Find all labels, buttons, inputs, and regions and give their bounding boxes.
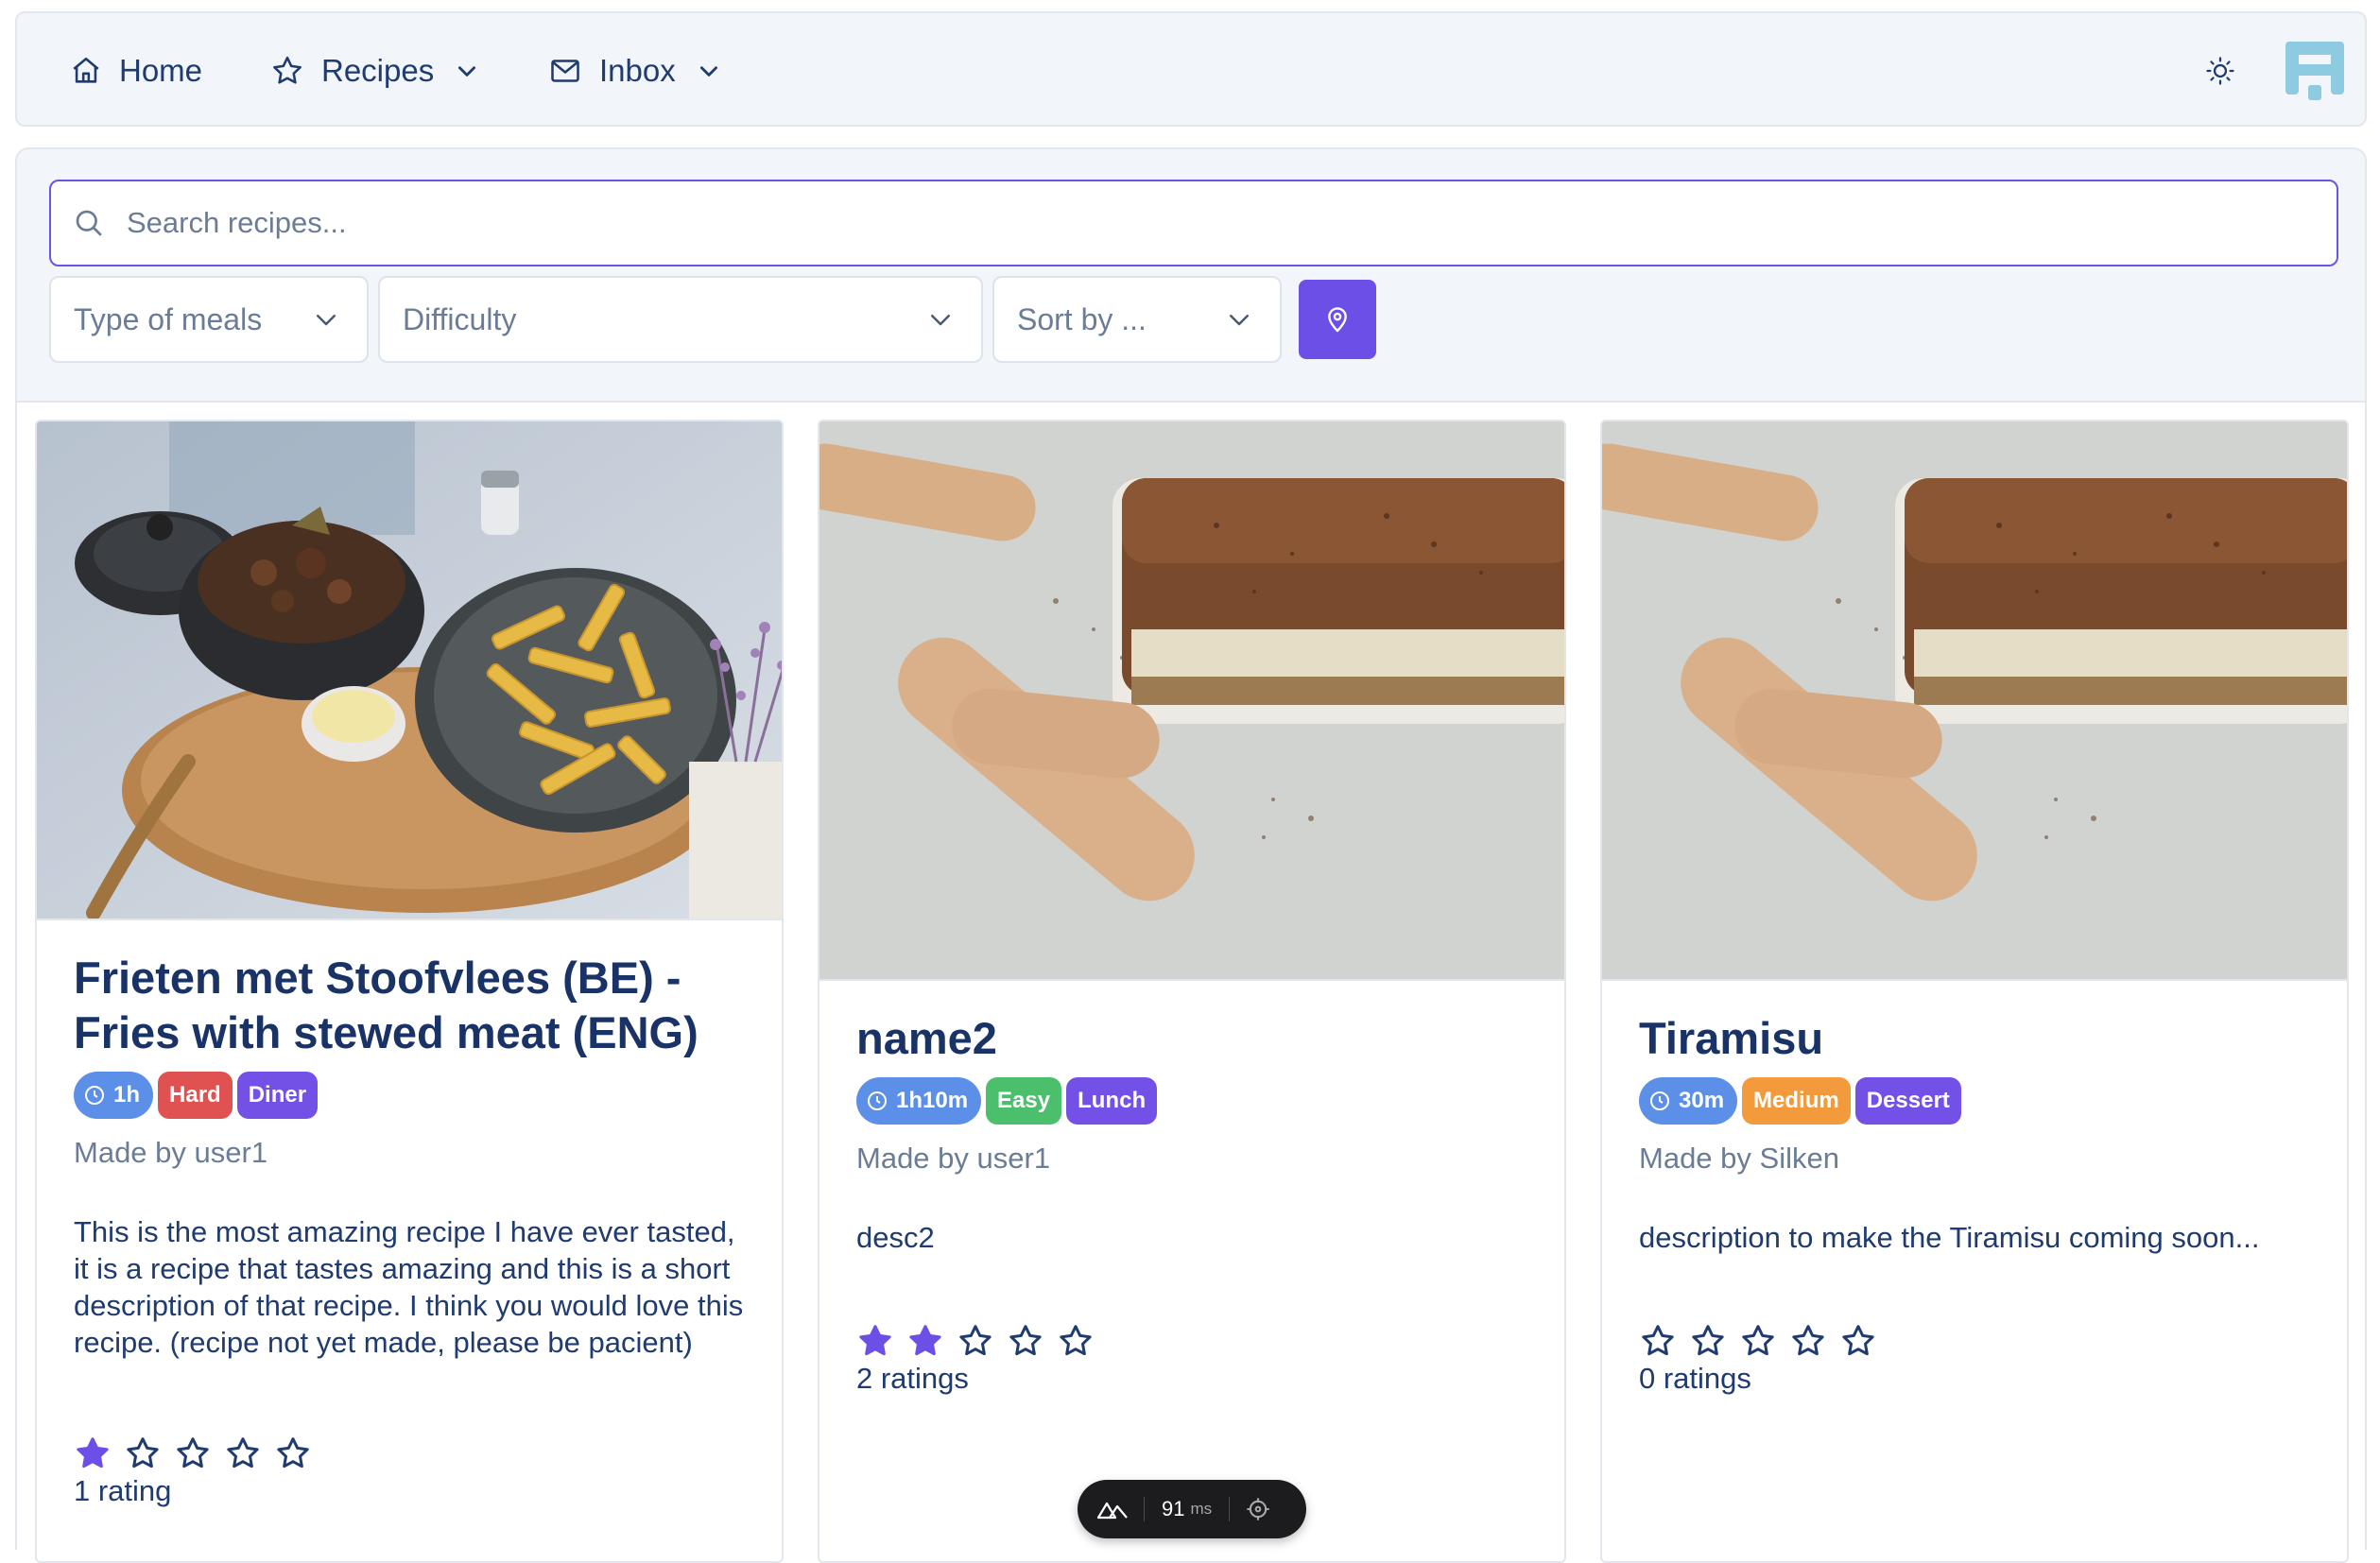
recipe-photo-tiramisu (1602, 421, 2347, 979)
star-outline-icon[interactable] (1689, 1322, 1727, 1360)
recipe-image (1602, 421, 2347, 981)
recipe-card-body: Tiramisu 30m Medium Dessert Made by Silk… (1639, 1011, 2319, 1396)
sort-select[interactable]: Sort by ... (992, 276, 1282, 363)
sun-icon (2206, 57, 2234, 85)
recipe-photo-stew-fries (37, 421, 782, 919)
mail-icon (551, 60, 579, 82)
top-navbar: Home Recipes Inbox (15, 11, 2367, 127)
separator (1144, 1497, 1145, 1521)
star-outline-icon[interactable] (274, 1434, 312, 1472)
theme-toggle-button[interactable] (2200, 51, 2240, 91)
difficulty-badge: Hard (158, 1072, 233, 1119)
rating-count: 2 ratings (856, 1362, 969, 1395)
star-outline-icon[interactable] (1007, 1322, 1044, 1360)
star-filled-icon[interactable] (906, 1322, 944, 1360)
star-filled-icon[interactable] (74, 1434, 112, 1472)
recipe-description: This is the most amazing recipe I have e… (74, 1215, 744, 1359)
star-outline-icon[interactable] (174, 1434, 212, 1472)
difficulty-badge: Easy (986, 1077, 1062, 1125)
recipe-card[interactable]: name2 1h10m Easy Lunch Made by user1 des… (818, 420, 1566, 1563)
chevron-down-icon (699, 66, 717, 77)
search-icon (76, 210, 102, 236)
star-outline-icon[interactable] (224, 1434, 262, 1472)
chevron-down-icon (317, 315, 336, 326)
recipe-card-body: name2 1h10m Easy Lunch Made by user1 des… (856, 1011, 1536, 1396)
app-logo[interactable] (2282, 38, 2348, 104)
logo-icon (2285, 42, 2344, 100)
star-outline-icon[interactable] (1739, 1322, 1777, 1360)
recipe-card-body: Frieten met Stoofvlees (BE) - Fries with… (74, 951, 753, 1508)
recipe-image (819, 421, 1564, 981)
star-icon (273, 56, 302, 84)
crosshair-icon[interactable] (1245, 1496, 1271, 1522)
meal-type-select[interactable]: Type of meals (49, 276, 369, 363)
recipe-photo-tiramisu (819, 421, 1564, 979)
time-badge-label: 1h (113, 1082, 141, 1108)
recipe-card[interactable]: Frieten met Stoofvlees (BE) - Fries with… (35, 420, 784, 1563)
chevron-down-icon (1230, 315, 1249, 326)
chevron-down-icon (931, 315, 950, 326)
separator (1229, 1497, 1231, 1521)
recipe-title: Frieten met Stoofvlees (BE) - Fries with… (74, 953, 698, 1057)
filter-panel: Type of meals Difficulty Sort by ... (15, 147, 2367, 403)
rating-stars[interactable] (1639, 1322, 2319, 1360)
recipe-badges: 1h Hard Diner (74, 1072, 753, 1119)
nav-recipes-label: Recipes (321, 53, 435, 88)
home-icon (73, 57, 99, 83)
nav-home[interactable]: Home (70, 13, 202, 129)
devtools-pill[interactable]: 91 ms (1078, 1480, 1306, 1538)
star-outline-icon[interactable] (124, 1434, 162, 1472)
recipe-author: Made by Silken (1639, 1142, 1839, 1175)
recipe-description: description to make the Tiramisu coming … (1639, 1221, 2260, 1254)
nav-home-label: Home (119, 53, 203, 88)
star-outline-icon[interactable] (957, 1322, 994, 1360)
nav-inbox-label: Inbox (599, 53, 676, 88)
render-time-value: 91 (1162, 1497, 1185, 1520)
recipe-author: Made by user1 (856, 1142, 1051, 1175)
clock-icon (868, 1091, 887, 1110)
meal-type-select-value: Type of meals (74, 301, 263, 336)
search-box[interactable] (49, 180, 2338, 266)
devtools-logo-icon (1096, 1502, 1128, 1520)
chevron-down-icon (458, 66, 476, 77)
recipe-badges: 30m Medium Dessert (1639, 1077, 2319, 1125)
recipe-author: Made by user1 (74, 1136, 268, 1169)
time-badge-label: 30m (1679, 1088, 1725, 1113)
meal-type-badge: Lunch (1066, 1077, 1158, 1125)
meal-type-badge: Diner (236, 1072, 319, 1119)
time-badge-label: 1h10m (896, 1088, 969, 1113)
location-filter-button[interactable] (1299, 280, 1376, 359)
rating-count: 0 ratings (1639, 1362, 1751, 1395)
recipe-image (37, 421, 782, 920)
clock-icon (85, 1086, 104, 1105)
recipe-card[interactable]: Tiramisu 30m Medium Dessert Made by Silk… (1600, 420, 2349, 1563)
nav-recipes-dropdown[interactable]: Recipes (270, 13, 479, 129)
recipe-badges: 1h10m Easy Lunch (856, 1077, 1536, 1125)
sort-select-value: Sort by ... (1017, 301, 1147, 336)
star-outline-icon[interactable] (1789, 1322, 1827, 1360)
time-badge: 30m (1639, 1077, 1738, 1125)
render-time-unit: ms (1190, 1500, 1213, 1518)
nav-inbox-dropdown[interactable]: Inbox (548, 13, 721, 129)
star-filled-icon[interactable] (856, 1322, 894, 1360)
difficulty-badge: Medium (1742, 1077, 1851, 1125)
recipe-title: Tiramisu (1639, 1013, 1824, 1063)
rating-count: 1 rating (74, 1474, 172, 1507)
recipe-description: desc2 (856, 1221, 935, 1254)
meal-type-badge: Dessert (1854, 1077, 1961, 1125)
time-badge: 1h10m (856, 1077, 982, 1125)
rating-stars[interactable] (74, 1434, 753, 1472)
star-outline-icon[interactable] (1839, 1322, 1877, 1360)
star-outline-icon[interactable] (1057, 1322, 1095, 1360)
star-outline-icon[interactable] (1639, 1322, 1677, 1360)
rating-stars[interactable] (856, 1322, 1536, 1360)
time-badge: 1h (74, 1072, 154, 1119)
clock-icon (1650, 1091, 1669, 1110)
recipe-title: name2 (856, 1013, 997, 1063)
search-input[interactable] (125, 205, 2299, 241)
difficulty-select-value: Difficulty (403, 301, 517, 336)
difficulty-select[interactable]: Difficulty (378, 276, 983, 363)
map-pin-icon (1328, 307, 1347, 333)
